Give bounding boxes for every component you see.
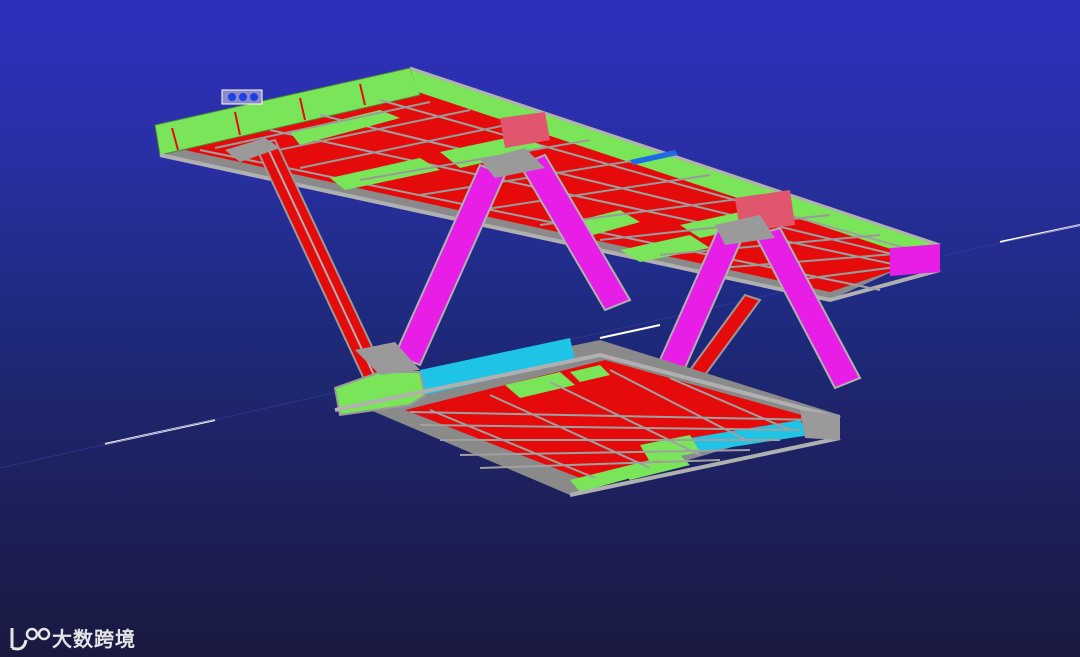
bottom-deck (333, 338, 841, 497)
bridge-truss-model (0, 66, 1080, 651)
axis-line-mid (599, 324, 661, 339)
bdo-logo-icon (10, 627, 51, 651)
cad-3d-viewport[interactable]: 大数跨境 (0, 0, 1080, 657)
watermark-text: 大数跨境 (52, 626, 136, 651)
watermark: 大数跨境 (52, 620, 136, 654)
